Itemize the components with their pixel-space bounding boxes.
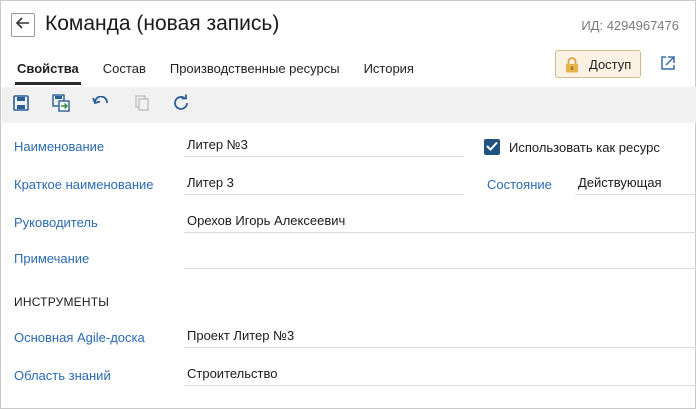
tab-properties[interactable]: Свойства xyxy=(1,51,91,85)
record-id: ИД: 4294967476 xyxy=(581,18,679,33)
checkmark-icon xyxy=(486,138,498,156)
undo-button[interactable] xyxy=(91,95,111,115)
short-name-label: Краткое наименование xyxy=(14,177,154,192)
open-in-new-window-icon xyxy=(660,55,676,76)
lock-icon xyxy=(565,55,581,73)
open-in-new-window-button[interactable] xyxy=(658,55,678,75)
note-label: Примечание xyxy=(14,251,90,266)
save-button[interactable] xyxy=(11,94,31,116)
manager-field[interactable]: Орехов Игорь Алексеевич xyxy=(184,209,696,233)
name-field[interactable]: Литер №3 xyxy=(184,133,464,157)
copy-button[interactable] xyxy=(132,94,152,116)
knowledge-area-label: Область знаний xyxy=(14,368,111,383)
refresh-button[interactable] xyxy=(171,94,191,117)
tab-history[interactable]: История xyxy=(352,51,426,85)
tab-composition[interactable]: Состав xyxy=(91,51,158,85)
page-title: Команда (новая запись) xyxy=(45,12,280,35)
name-label: Наименование xyxy=(14,139,105,154)
short-name-field[interactable]: Литер 3 xyxy=(184,171,464,195)
agile-board-field[interactable]: Проект Литер №3 xyxy=(184,324,696,348)
undo-icon xyxy=(92,95,110,115)
tab-bar: Свойства Состав Производственные ресурсы… xyxy=(1,51,426,85)
manager-label: Руководитель xyxy=(14,215,98,230)
use-as-resource-checkbox[interactable] xyxy=(484,139,500,155)
use-as-resource-label[interactable]: Использовать как ресурс xyxy=(509,140,660,155)
tab-production-resources[interactable]: Производственные ресурсы xyxy=(158,51,352,85)
toolbar xyxy=(2,87,696,123)
access-button-label: Доступ xyxy=(589,56,632,72)
copy-icon xyxy=(135,94,149,116)
save-and-close-icon xyxy=(52,93,70,117)
refresh-icon xyxy=(172,94,190,117)
knowledge-area-field[interactable]: Строительство xyxy=(184,362,696,386)
tools-section-title: ИНСТРУМЕНТЫ xyxy=(14,295,110,309)
agile-board-label: Основная Agile-доска xyxy=(14,330,145,345)
note-field[interactable] xyxy=(184,245,696,269)
state-field[interactable]: Действующая xyxy=(575,171,696,195)
save-icon xyxy=(13,94,29,116)
record-window: Команда (новая запись) ИД: 4294967476 Св… xyxy=(0,0,696,409)
access-button[interactable]: Доступ xyxy=(555,50,641,78)
arrow-left-icon xyxy=(15,16,30,34)
back-button[interactable] xyxy=(11,13,35,37)
save-and-close-button[interactable] xyxy=(51,93,71,117)
state-label: Состояние xyxy=(487,177,552,192)
